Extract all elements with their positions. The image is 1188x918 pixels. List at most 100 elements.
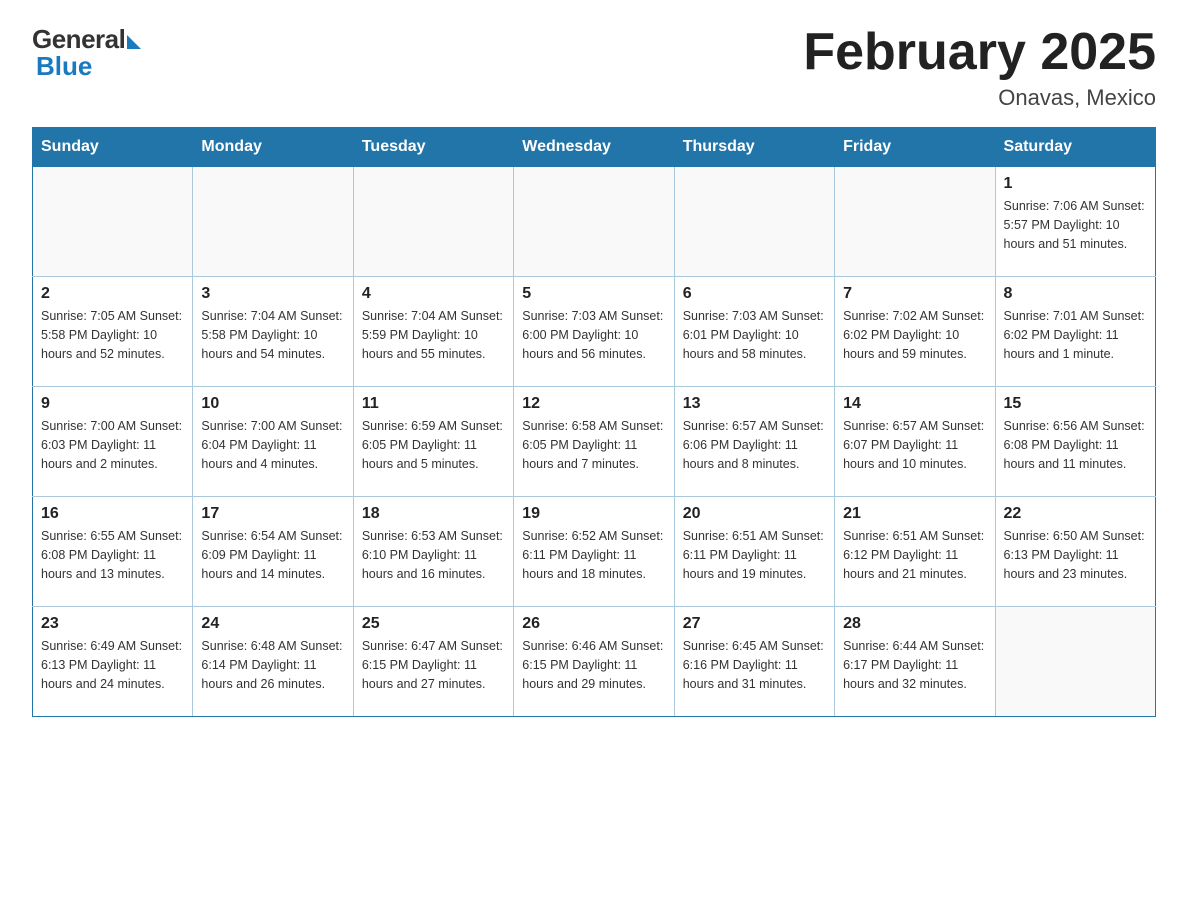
day-number: 22 [1004,505,1147,523]
calendar-cell [33,167,193,277]
calendar-cell: 20 Sunrise: 6:51 AM Sunset: 6:11 PM Dayli… [674,497,834,607]
calendar-cell [353,167,513,277]
day-of-week-header: Thursday [674,128,834,167]
day-number: 25 [362,615,505,633]
day-info: Sunrise: 7:02 AM Sunset: 6:02 PM Dayligh… [843,307,986,363]
calendar-cell: 25 Sunrise: 6:47 AM Sunset: 6:15 PM Dayli… [353,607,513,717]
day-info: Sunrise: 7:03 AM Sunset: 6:00 PM Dayligh… [522,307,665,363]
day-info: Sunrise: 7:04 AM Sunset: 5:58 PM Dayligh… [201,307,344,363]
calendar-cell: 21 Sunrise: 6:51 AM Sunset: 6:12 PM Dayli… [835,497,995,607]
calendar-header-row: SundayMondayTuesdayWednesdayThursdayFrid… [33,128,1156,167]
day-number: 21 [843,505,986,523]
logo-blue-text: Blue [36,51,92,82]
calendar-cell: 1 Sunrise: 7:06 AM Sunset: 5:57 PM Daylig… [995,167,1155,277]
calendar-cell: 15 Sunrise: 6:56 AM Sunset: 6:08 PM Dayli… [995,387,1155,497]
day-info: Sunrise: 6:51 AM Sunset: 6:12 PM Dayligh… [843,527,986,583]
day-info: Sunrise: 6:58 AM Sunset: 6:05 PM Dayligh… [522,417,665,473]
calendar-cell: 2Sunrise: 7:05 AM Sunset: 5:58 PM Daylig… [33,277,193,387]
day-number: 4 [362,285,505,303]
day-number: 27 [683,615,826,633]
day-of-week-header: Monday [193,128,353,167]
day-number: 7 [843,285,986,303]
day-number: 20 [683,505,826,523]
day-number: 3 [201,285,344,303]
day-number: 18 [362,505,505,523]
calendar-cell: 7 Sunrise: 7:02 AM Sunset: 6:02 PM Daylig… [835,277,995,387]
calendar-cell: 8Sunrise: 7:01 AM Sunset: 6:02 PM Daylig… [995,277,1155,387]
day-info: Sunrise: 7:04 AM Sunset: 5:59 PM Dayligh… [362,307,505,363]
day-of-week-header: Friday [835,128,995,167]
calendar-cell: 19 Sunrise: 6:52 AM Sunset: 6:11 PM Dayli… [514,497,674,607]
logo: General Blue [32,24,141,82]
day-info: Sunrise: 6:46 AM Sunset: 6:15 PM Dayligh… [522,637,665,693]
day-of-week-header: Sunday [33,128,193,167]
calendar-table: SundayMondayTuesdayWednesdayThursdayFrid… [32,127,1156,717]
calendar-cell: 14Sunrise: 6:57 AM Sunset: 6:07 PM Dayli… [835,387,995,497]
calendar-cell: 23 Sunrise: 6:49 AM Sunset: 6:13 PM Dayli… [33,607,193,717]
day-number: 28 [843,615,986,633]
day-of-week-header: Wednesday [514,128,674,167]
location: Onavas, Mexico [803,85,1156,111]
day-number: 15 [1004,395,1147,413]
day-info: Sunrise: 6:53 AM Sunset: 6:10 PM Dayligh… [362,527,505,583]
day-number: 24 [201,615,344,633]
day-info: Sunrise: 6:57 AM Sunset: 6:07 PM Dayligh… [843,417,986,473]
day-number: 13 [683,395,826,413]
day-info: Sunrise: 6:49 AM Sunset: 6:13 PM Dayligh… [41,637,184,693]
day-info: Sunrise: 7:06 AM Sunset: 5:57 PM Dayligh… [1004,197,1147,253]
day-info: Sunrise: 7:00 AM Sunset: 6:03 PM Dayligh… [41,417,184,473]
calendar-cell: 16Sunrise: 6:55 AM Sunset: 6:08 PM Dayli… [33,497,193,607]
calendar-week-row: 2Sunrise: 7:05 AM Sunset: 5:58 PM Daylig… [33,277,1156,387]
day-info: Sunrise: 6:54 AM Sunset: 6:09 PM Dayligh… [201,527,344,583]
calendar-cell: 27 Sunrise: 6:45 AM Sunset: 6:16 PM Dayli… [674,607,834,717]
day-number: 16 [41,505,184,523]
calendar-week-row: 9 Sunrise: 7:00 AM Sunset: 6:03 PM Daylig… [33,387,1156,497]
day-info: Sunrise: 7:05 AM Sunset: 5:58 PM Dayligh… [41,307,184,363]
day-info: Sunrise: 6:50 AM Sunset: 6:13 PM Dayligh… [1004,527,1147,583]
day-info: Sunrise: 6:45 AM Sunset: 6:16 PM Dayligh… [683,637,826,693]
calendar-week-row: 16Sunrise: 6:55 AM Sunset: 6:08 PM Dayli… [33,497,1156,607]
month-title: February 2025 [803,24,1156,81]
day-info: Sunrise: 6:52 AM Sunset: 6:11 PM Dayligh… [522,527,665,583]
calendar-cell: 5 Sunrise: 7:03 AM Sunset: 6:00 PM Daylig… [514,277,674,387]
calendar-cell: 11 Sunrise: 6:59 AM Sunset: 6:05 PM Dayli… [353,387,513,497]
calendar-cell: 13 Sunrise: 6:57 AM Sunset: 6:06 PM Dayli… [674,387,834,497]
calendar-cell [193,167,353,277]
calendar-week-row: 1 Sunrise: 7:06 AM Sunset: 5:57 PM Daylig… [33,167,1156,277]
day-number: 1 [1004,175,1147,193]
day-number: 17 [201,505,344,523]
calendar-cell: 18 Sunrise: 6:53 AM Sunset: 6:10 PM Dayli… [353,497,513,607]
day-info: Sunrise: 7:01 AM Sunset: 6:02 PM Dayligh… [1004,307,1147,363]
day-info: Sunrise: 6:44 AM Sunset: 6:17 PM Dayligh… [843,637,986,693]
day-of-week-header: Saturday [995,128,1155,167]
day-info: Sunrise: 6:57 AM Sunset: 6:06 PM Dayligh… [683,417,826,473]
day-of-week-header: Tuesday [353,128,513,167]
day-number: 26 [522,615,665,633]
day-number: 23 [41,615,184,633]
day-info: Sunrise: 7:03 AM Sunset: 6:01 PM Dayligh… [683,307,826,363]
calendar-cell [835,167,995,277]
title-block: February 2025 Onavas, Mexico [803,24,1156,111]
day-info: Sunrise: 6:47 AM Sunset: 6:15 PM Dayligh… [362,637,505,693]
day-number: 11 [362,395,505,413]
calendar-cell: 22 Sunrise: 6:50 AM Sunset: 6:13 PM Dayli… [995,497,1155,607]
calendar-cell [514,167,674,277]
day-info: Sunrise: 6:59 AM Sunset: 6:05 PM Dayligh… [362,417,505,473]
day-number: 19 [522,505,665,523]
day-info: Sunrise: 6:51 AM Sunset: 6:11 PM Dayligh… [683,527,826,583]
calendar-cell: 4 Sunrise: 7:04 AM Sunset: 5:59 PM Daylig… [353,277,513,387]
day-number: 5 [522,285,665,303]
page-header: General Blue February 2025 Onavas, Mexic… [32,24,1156,111]
calendar-cell: 24Sunrise: 6:48 AM Sunset: 6:14 PM Dayli… [193,607,353,717]
day-number: 9 [41,395,184,413]
calendar-cell: 26 Sunrise: 6:46 AM Sunset: 6:15 PM Dayli… [514,607,674,717]
calendar-cell: 10Sunrise: 7:00 AM Sunset: 6:04 PM Dayli… [193,387,353,497]
logo-triangle-icon [127,35,141,49]
day-info: Sunrise: 6:56 AM Sunset: 6:08 PM Dayligh… [1004,417,1147,473]
calendar-cell: 28 Sunrise: 6:44 AM Sunset: 6:17 PM Dayli… [835,607,995,717]
calendar-cell [995,607,1155,717]
day-number: 12 [522,395,665,413]
calendar-cell: 3 Sunrise: 7:04 AM Sunset: 5:58 PM Daylig… [193,277,353,387]
calendar-cell [674,167,834,277]
calendar-cell: 9 Sunrise: 7:00 AM Sunset: 6:03 PM Daylig… [33,387,193,497]
